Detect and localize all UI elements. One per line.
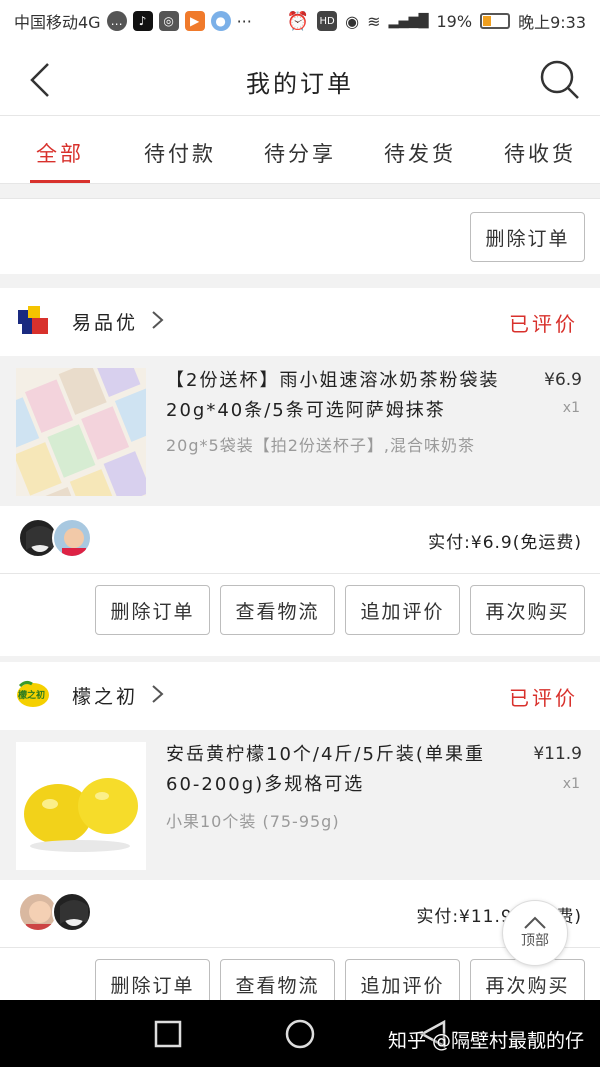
delete-order-button[interactable]: 删除订单: [470, 212, 585, 262]
clock: 晚上9:33: [518, 13, 586, 32]
tab-pending-receipt[interactable]: 待收货: [480, 116, 600, 183]
product-quantity: x1: [562, 400, 580, 416]
tab-pending-shipment[interactable]: 待发货: [360, 116, 480, 183]
back-to-top-label: 顶部: [521, 933, 549, 949]
battery-icon: [480, 13, 511, 29]
view-logistics-button[interactable]: 查看物流: [220, 959, 335, 1000]
tab-pending-share[interactable]: 待分享: [240, 116, 360, 183]
order-actions: 删除订单 查看物流 追加评价 再次购买: [0, 948, 600, 1000]
product-item[interactable]: 安岳黄柠檬10个/4斤/5斤装(单果重60-200g)多规格可选 小果10个装 …: [0, 730, 600, 880]
page-header: 我的订单: [0, 42, 600, 116]
recent-apps-button[interactable]: [152, 1018, 184, 1050]
order-actions: 删除订单 查看物流 追加评价 再次购买: [0, 574, 600, 656]
search-button[interactable]: [538, 58, 582, 102]
more-notifications-icon: ···: [236, 11, 252, 31]
circle-icon: [285, 1019, 315, 1049]
watermark: 知乎 @隔壁村最靓的仔: [387, 1030, 584, 1052]
home-button[interactable]: [284, 1018, 316, 1050]
shop-logo-icon: 檬之初: [16, 680, 50, 710]
message-icon: …: [106, 11, 127, 31]
chevron-right-icon: [152, 685, 164, 703]
chevron-right-icon: [152, 311, 164, 329]
square-icon: [154, 1020, 182, 1048]
carrier-label: 中国移动4G: [14, 13, 101, 32]
order-status: 已评价: [509, 686, 578, 710]
product-image: [16, 742, 146, 870]
tab-all[interactable]: 全部: [0, 116, 120, 183]
product-image: [16, 368, 146, 496]
shop-name: 檬之初: [72, 686, 139, 708]
delete-order-button[interactable]: 删除订单: [95, 585, 210, 635]
tiktok-icon: ♪: [132, 11, 153, 31]
chevron-up-icon: [524, 916, 546, 929]
tab-pending-payment[interactable]: 待付款: [120, 116, 240, 183]
previous-order-actions: 删除订单: [0, 198, 600, 274]
buy-again-button[interactable]: 再次购买: [470, 585, 585, 635]
hd-icon: HD: [317, 11, 338, 31]
add-review-button[interactable]: 追加评价: [345, 585, 460, 635]
payment-row: 实付:¥6.9(免运费): [0, 506, 600, 574]
avatar: [52, 892, 92, 932]
search-icon: [540, 60, 579, 99]
wifi-icon: ≋: [367, 11, 381, 31]
view-logistics-button[interactable]: 查看物流: [220, 585, 335, 635]
product-price: ¥11.9: [533, 744, 582, 764]
product-spec: 小果10个装 (75-95g): [166, 812, 340, 831]
product-quantity: x1: [562, 776, 580, 792]
shop-header[interactable]: 檬之初 檬之初 已评价: [0, 662, 600, 730]
order-status-tabs: 全部 待付款 待分享 待发货 待收货: [0, 116, 600, 184]
back-to-top-button[interactable]: 顶部: [502, 900, 568, 966]
product-spec: 20g*5袋装【拍2份送杯子】,混合味奶茶: [166, 436, 475, 455]
order-list[interactable]: 删除订单 易品优 已评价 【2份送杯】雨小姐速溶冰奶茶粉袋装20g*40条/5条…: [0, 184, 600, 1000]
add-review-button[interactable]: 追加评价: [345, 959, 460, 1000]
product-price: ¥6.9: [544, 370, 582, 390]
page-title: 我的订单: [246, 70, 354, 98]
eye-icon: ◉: [345, 11, 360, 31]
product-item[interactable]: 【2份送杯】雨小姐速溶冰奶茶粉袋装20g*40条/5条可选阿萨姆抹茶 20g*5…: [0, 356, 600, 506]
alarm-icon: ⏰: [286, 10, 310, 32]
shop-logo-icon: [18, 306, 48, 334]
wechat-icon: ◎: [158, 11, 179, 31]
avatar: [52, 518, 92, 558]
actual-payment: 实付:¥6.9(免运费): [428, 533, 582, 553]
battery-percent: 19%: [436, 11, 473, 31]
app-icon: ●: [210, 11, 231, 31]
shop-header[interactable]: 易品优 已评价: [0, 288, 600, 356]
product-title: 安岳黄柠檬10个/4斤/5斤装(单果重60-200g)多规格可选: [166, 744, 485, 795]
shop-name: 易品优: [72, 312, 139, 334]
status-bar: 中国移动4G … ♪ ◎ ▶ ● ··· ⏰ HD ◉ ≋ ▂▄▆█ 19% 晚…: [0, 0, 600, 42]
video-app-icon: ▶: [184, 11, 205, 31]
signal-icon: ▂▄▆█: [388, 13, 429, 29]
product-title: 【2份送杯】雨小姐速溶冰奶茶粉袋装20g*40条/5条可选阿萨姆抹茶: [166, 370, 500, 421]
delete-order-button[interactable]: 删除订单: [95, 959, 210, 1000]
order-status: 已评价: [509, 312, 578, 336]
